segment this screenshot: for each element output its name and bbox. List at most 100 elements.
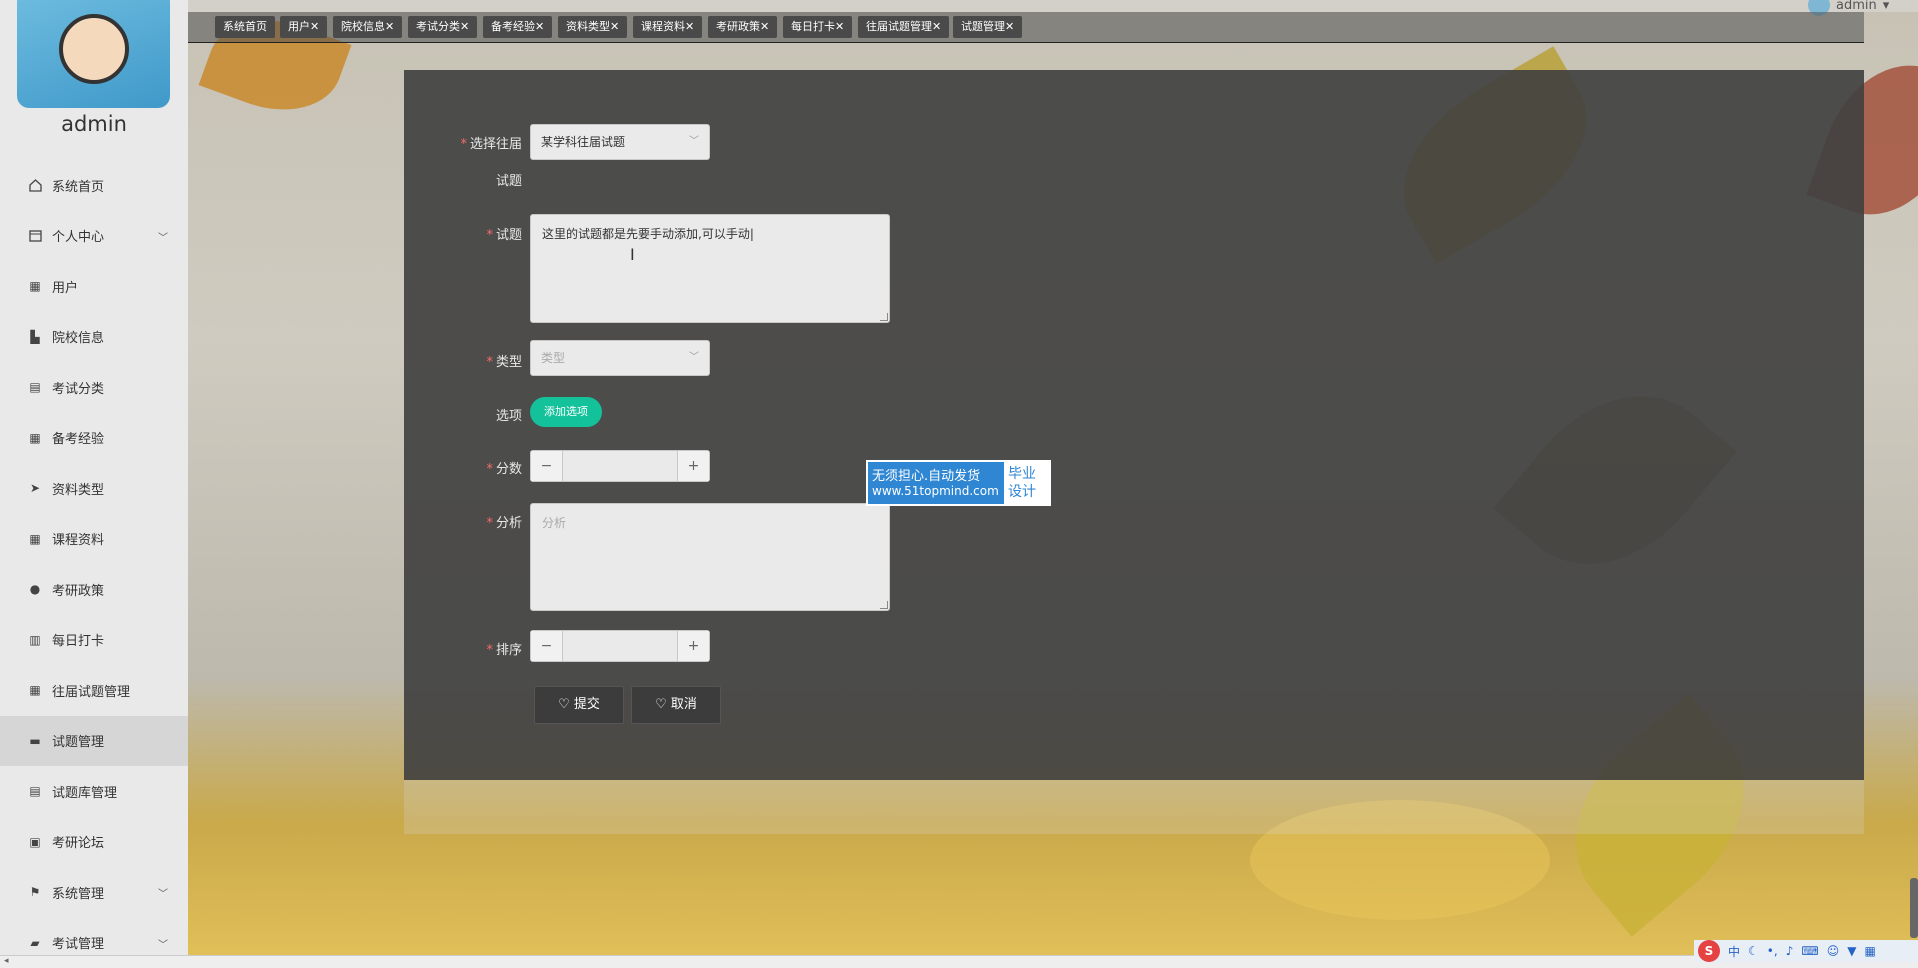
sidebar-item-school-info[interactable]: ▙ 院校信息 — [0, 312, 188, 363]
resize-handle-icon[interactable] — [880, 601, 888, 609]
briefcase-icon: ▣ — [29, 834, 41, 849]
sidebar-item-past-exams[interactable]: ▦ 往届试题管理 — [0, 665, 188, 716]
sidebar-item-prep-experience[interactable]: ▦ 备考经验 — [0, 413, 188, 464]
chevron-down-icon: ﹀ — [158, 939, 168, 951]
moon-icon[interactable]: ☾ — [1748, 944, 1759, 958]
clipboard-icon: ▤ — [29, 380, 41, 395]
tabs-bar: 系统首页 用户✕ 院校信息✕ 考试分类✕ 备考经验✕ 资料类型✕ 课程资料✕ 考… — [188, 12, 1864, 43]
scroll-left-icon[interactable]: ◂ — [4, 956, 9, 966]
chevron-down-icon: ﹀ — [689, 352, 699, 363]
sidebar-item-material-type[interactable]: ➤ 资料类型 — [0, 463, 188, 514]
add-option-button[interactable]: 添加选项 — [530, 397, 602, 427]
sidebar-menu: 系统首页 个人中心 ﹀ ▦ 用户 ▙ 院校信息 ▤ 考试分类 ▦ 备考经验 ➤ … — [0, 160, 188, 955]
chevron-down-icon: ▾ — [1882, 0, 1890, 13]
tab-past-exams[interactable]: 往届试题管理✕ — [858, 16, 950, 38]
past-exam-label: * 选择往届 — [460, 137, 522, 152]
watermark-line1: 无须担心.自动发货 — [872, 469, 981, 484]
sidebar-username: admin — [61, 112, 127, 136]
ime-mode[interactable]: 中 — [1728, 943, 1740, 960]
microphone-icon[interactable]: ♪ — [1786, 944, 1794, 958]
sidebar-item-label: 院校信息 — [52, 331, 105, 347]
ime-toolbar[interactable]: S 中 ☾ •, ♪ ⌨ ☺ ▼ ▦ — [1694, 940, 1918, 962]
analysis-label: * 分析 — [486, 516, 522, 531]
building-icon: ▙ — [30, 329, 40, 344]
question-textarea[interactable]: 这里的试题都是先要手动添加,可以手动| — [530, 214, 890, 323]
sidebar-item-label: 试题库管理 — [52, 785, 118, 801]
tab-home[interactable]: 系统首页 — [215, 16, 275, 38]
sidebar-item-label: 考试管理 — [52, 937, 105, 953]
grid-icon: ▦ — [29, 683, 41, 698]
clipboard-icon: ▤ — [29, 784, 41, 799]
sidebar-item-question-bank[interactable]: ▤ 试题库管理 — [0, 766, 188, 817]
tab-material-type[interactable]: 资料类型✕ — [558, 16, 628, 38]
punctuation-icon[interactable]: •, — [1767, 944, 1778, 958]
sidebar-item-label: 往届试题管理 — [52, 684, 131, 700]
tab-policy[interactable]: 考研政策✕ — [708, 16, 778, 38]
sidebar-item-label: 备考经验 — [52, 432, 105, 448]
grid-icon[interactable]: ▦ — [1864, 944, 1875, 958]
sidebar-item-label: 用户 — [52, 280, 79, 296]
past-exam-select[interactable]: 某学科往届试题 ﹀ — [530, 124, 710, 160]
sidebar-item-exam-manage[interactable]: ▰ 考试管理 ﹀ — [0, 918, 188, 956]
tab-users[interactable]: 用户✕ — [280, 16, 328, 38]
question-label: * 试题 — [486, 228, 522, 243]
tab-prep-experience[interactable]: 备考经验✕ — [483, 16, 553, 38]
sidebar-item-label: 个人中心 — [52, 230, 105, 246]
user-icon: ● — [29, 582, 41, 597]
sidebar-item-course-material[interactable]: ▦ 课程资料 — [0, 514, 188, 565]
type-placeholder: 类型 — [541, 351, 566, 365]
tab-question-manage[interactable]: 试题管理✕ — [953, 16, 1023, 38]
grid-icon: ▦ — [29, 430, 41, 445]
home-icon — [28, 178, 42, 192]
sidebar-item-exam-category[interactable]: ▤ 考试分类 — [0, 362, 188, 413]
score-decrease-button[interactable]: − — [531, 451, 563, 481]
sidebar-item-question-manage[interactable]: ▬ 试题管理 — [0, 715, 188, 766]
sidebar-item-home[interactable]: 系统首页 — [0, 160, 188, 211]
analysis-textarea[interactable]: 分析 — [530, 503, 890, 611]
sort-label: * 排序 — [486, 643, 522, 658]
send-icon: ➤ — [29, 481, 41, 496]
horizontal-scrollbar[interactable]: ◂ — [0, 955, 1918, 968]
sidebar-item-daily-checkin[interactable]: ▥ 每日打卡 — [0, 615, 188, 666]
sidebar-item-forum[interactable]: ▣ 考研论坛 — [0, 817, 188, 868]
tab-exam-category[interactable]: 考试分类✕ — [408, 16, 478, 38]
sidebar-item-label: 资料类型 — [52, 482, 105, 498]
score-increase-button[interactable]: + — [677, 451, 709, 481]
sidebar-item-policy[interactable]: ● 考研政策 — [0, 564, 188, 615]
sidebar-item-users[interactable]: ▦ 用户 — [0, 261, 188, 312]
tag-icon: ▬ — [29, 733, 41, 748]
sidebar-item-personal-center[interactable]: 个人中心 ﹀ — [0, 211, 188, 262]
chat-icon: ▰ — [30, 935, 40, 950]
user-name: admin — [1836, 0, 1877, 13]
sidebar-item-system[interactable]: ⚑ 系统管理 ﹀ — [0, 867, 188, 918]
chart-icon: ▥ — [29, 632, 41, 647]
sort-decrease-button[interactable]: − — [531, 631, 563, 661]
top-header — [188, 0, 1918, 12]
calendar-icon — [28, 229, 42, 243]
resize-handle-icon[interactable] — [880, 313, 888, 321]
keyboard-icon[interactable]: ⌨ — [1801, 944, 1818, 958]
past-exam-value: 某学科往届试题 — [541, 135, 626, 149]
shirt-icon[interactable]: ▼ — [1847, 944, 1856, 958]
grid-icon: ▦ — [29, 279, 41, 294]
type-select[interactable]: 类型 ﹀ — [530, 340, 710, 376]
flag-icon: ⚑ — [29, 885, 41, 900]
scrollbar-knob[interactable] — [1910, 878, 1918, 938]
tab-school-info[interactable]: 院校信息✕ — [333, 16, 403, 38]
sidebar-item-label: 系统首页 — [52, 179, 105, 195]
type-label: * 类型 — [486, 355, 522, 370]
tab-course-material[interactable]: 课程资料✕ — [633, 16, 703, 38]
cancel-button[interactable]: ♡ 取消 — [631, 686, 721, 724]
sort-increase-button[interactable]: + — [677, 631, 709, 661]
submit-button[interactable]: ♡ 提交 — [534, 686, 624, 724]
chevron-down-icon: ﹀ — [158, 889, 168, 900]
score-label: * 分数 — [486, 462, 522, 477]
tab-daily-checkin[interactable]: 每日打卡✕ — [783, 16, 853, 38]
past-exam-label-line2: 试题 — [495, 174, 522, 189]
watermark-line2: www.51topmind.com — [872, 484, 999, 498]
sidebar-item-label: 课程资料 — [52, 533, 105, 549]
score-stepper[interactable]: − + — [530, 450, 710, 482]
user-icon[interactable]: ☺ — [1827, 944, 1840, 958]
sort-stepper[interactable]: − + — [530, 630, 710, 662]
avatar — [17, 0, 170, 108]
